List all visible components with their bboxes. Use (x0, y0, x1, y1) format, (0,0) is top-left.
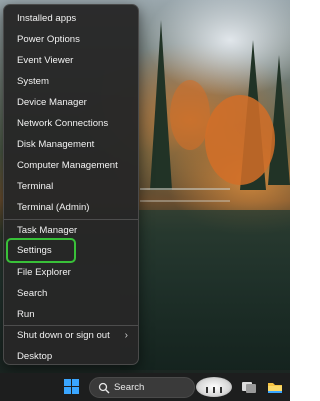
menu-item-search[interactable]: Search (8, 284, 134, 304)
menu-item-label: File Explorer (17, 267, 71, 278)
menu-item-label: Task Manager (17, 225, 78, 236)
menu-item-label: Search (17, 288, 48, 299)
menu-item-label: Computer Management (17, 160, 118, 171)
menu-item-desktop[interactable]: Desktop (8, 347, 134, 367)
menu-item-shut-down-or-sign-out[interactable]: Shut down or sign out › (8, 326, 134, 346)
menu-item-installed-apps[interactable]: Installed apps (8, 9, 134, 29)
menu-item-label: Run (17, 309, 35, 320)
fence (140, 188, 230, 202)
menu-item-label: Shut down or sign out (17, 330, 110, 341)
menu-item-label: Terminal (17, 181, 54, 192)
windows-start-icon[interactable] (64, 379, 80, 395)
menu-item-settings[interactable]: Settings (6, 238, 76, 263)
menu-item-system[interactable]: System (8, 72, 134, 92)
menu-item-file-explorer[interactable]: File Explorer (8, 263, 134, 283)
graphic-detail (220, 387, 222, 393)
winx-context-menu: Installed apps Power Options Event Viewe… (3, 4, 139, 365)
autumn-tree (170, 80, 210, 150)
menu-item-terminal-admin[interactable]: Terminal (Admin) (8, 198, 134, 218)
menu-separator (4, 219, 138, 220)
search-highlight-graphic[interactable] (196, 377, 232, 397)
menu-item-power-options[interactable]: Power Options (8, 30, 134, 50)
menu-item-label: Event Viewer (17, 55, 74, 66)
menu-item-label: Desktop (17, 351, 53, 362)
taskbar-search-box[interactable]: Search (89, 377, 195, 398)
menu-item-label: Power Options (17, 34, 80, 45)
task-view-icon[interactable] (240, 378, 258, 396)
search-icon (98, 382, 110, 394)
menu-item-disk-management[interactable]: Disk Management (8, 135, 134, 155)
chevron-right-icon: › (124, 330, 128, 341)
menu-item-label: System (17, 76, 49, 87)
menu-item-label: Device Manager (17, 97, 87, 108)
autumn-tree (205, 95, 275, 185)
graphic-detail (213, 387, 215, 393)
menu-item-label: Disk Management (17, 139, 95, 150)
menu-item-run[interactable]: Run (8, 305, 134, 325)
menu-item-label: Terminal (Admin) (17, 202, 90, 213)
menu-item-label: Network Connections (17, 118, 109, 129)
tree-shape (150, 20, 172, 190)
lake (120, 210, 290, 370)
menu-item-event-viewer[interactable]: Event Viewer (8, 51, 134, 71)
menu-item-label: Installed apps (17, 13, 77, 24)
menu-item-device-manager[interactable]: Device Manager (8, 93, 134, 113)
menu-item-label: Settings (17, 245, 52, 256)
file-explorer-icon[interactable] (266, 378, 284, 396)
menu-item-network-connections[interactable]: Network Connections (8, 114, 134, 134)
menu-item-computer-management[interactable]: Computer Management (8, 156, 134, 176)
menu-item-terminal[interactable]: Terminal (8, 177, 134, 197)
graphic-detail (206, 387, 208, 393)
menu-item-task-manager[interactable]: Task Manager (8, 221, 134, 241)
search-label: Search (114, 382, 145, 393)
